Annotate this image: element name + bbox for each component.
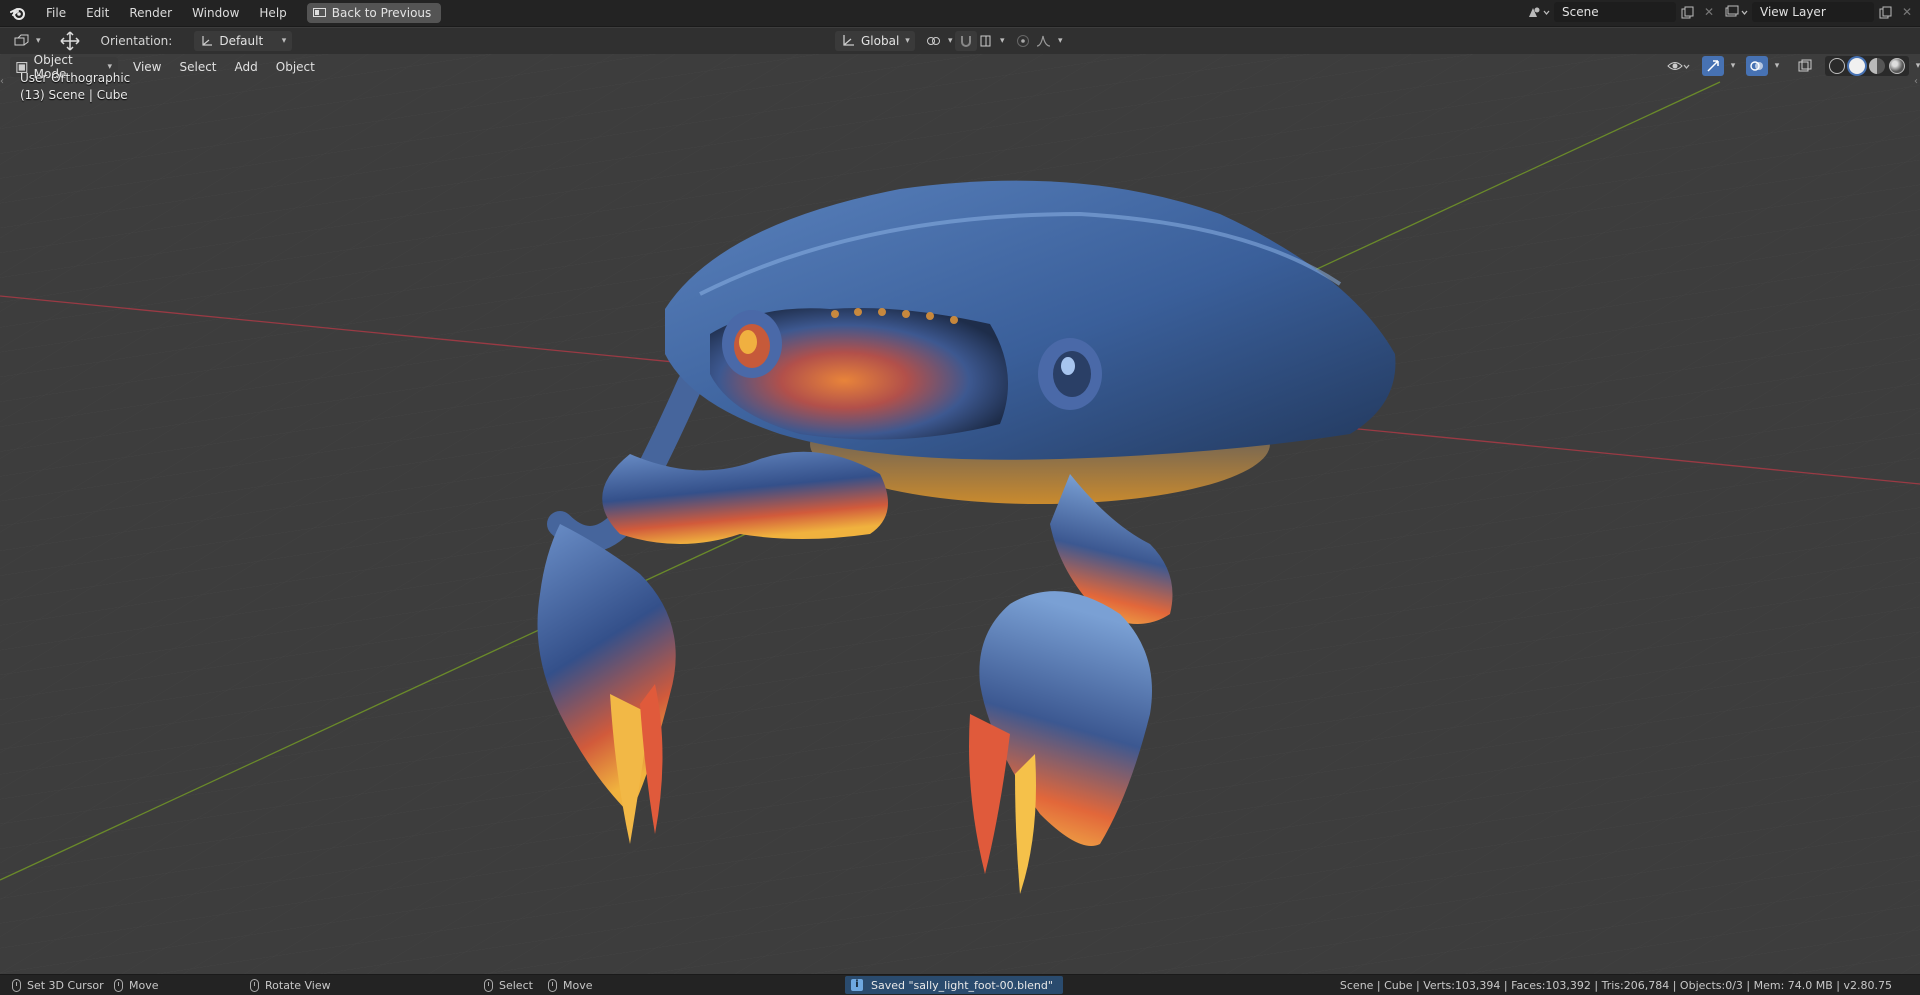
scene-browse-icon[interactable] <box>1524 2 1554 22</box>
viewport-display-controls: ▾ ▾ ▾ <box>1665 56 1920 76</box>
top-bar: File Edit Render Window Help Back to Pre… <box>0 0 1920 27</box>
chevron-down-icon: ▾ <box>281 36 287 46</box>
falloff-curve-icon <box>1036 35 1051 47</box>
chevron-down-icon: ▾ <box>36 36 41 46</box>
menu-help[interactable]: Help <box>249 2 296 24</box>
orientation-dropdown[interactable]: Default ▾ <box>194 31 293 51</box>
snap-toggle-icon[interactable] <box>955 31 977 51</box>
back-to-previous-label: Back to Previous <box>331 6 432 20</box>
wireframe-shading-icon[interactable] <box>1829 58 1845 74</box>
hint-label: Move <box>129 978 159 992</box>
back-to-previous-button[interactable]: Back to Previous <box>306 3 442 23</box>
status-bar: Set 3D Cursor Move Rotate View Select Mo… <box>0 974 1920 995</box>
axis-orientation-icon <box>202 35 213 46</box>
hint-label: Move <box>563 978 593 992</box>
delete-scene-icon[interactable]: ✕ <box>1698 2 1720 22</box>
scene-selector: Scene ✕ <box>1524 2 1720 22</box>
viewport-scene <box>0 54 1920 974</box>
chevron-down-icon: ▾ <box>905 36 910 46</box>
add-menu[interactable]: Add <box>226 57 267 77</box>
save-report-message[interactable]: i Saved "sally_light_foot-00.blend" <box>845 976 1063 994</box>
orientation-value: Default <box>219 34 264 48</box>
hint-label: Select <box>499 978 533 992</box>
chevron-down-icon[interactable]: ▾ <box>1912 56 1920 76</box>
hint-rotate-view: Rotate View <box>250 978 331 992</box>
mouse-drag-icon <box>114 978 123 992</box>
visibility-eye-icon[interactable] <box>1665 56 1693 76</box>
hint-label: Set 3D Cursor <box>27 978 104 992</box>
solid-shading-icon[interactable] <box>1849 58 1865 74</box>
3d-viewport[interactable]: Object Mode ▾ View Select Add Object ▾ ▾ <box>0 53 1920 974</box>
chevron-down-icon: ▾ <box>1000 36 1005 46</box>
transform-orientation-dropdown[interactable]: Global ▾ <box>835 31 915 51</box>
object-info-label: (13) Scene | Cube <box>20 88 128 102</box>
object-menu[interactable]: Object <box>267 57 324 77</box>
overlays-toggle-icon[interactable] <box>1746 56 1768 76</box>
save-report-text: Saved "sally_light_foot-00.blend" <box>871 978 1053 992</box>
screen-icon <box>312 7 326 17</box>
chevron-down-icon: ▾ <box>948 36 953 46</box>
editor-type-dropdown[interactable]: ▾ <box>8 31 47 51</box>
hint-set-3d-cursor: Set 3D Cursor <box>12 978 104 992</box>
proportional-falloff-dropdown[interactable]: ▾ <box>1034 31 1065 51</box>
new-view-layer-icon[interactable] <box>1874 2 1896 22</box>
move-tool-icon[interactable] <box>57 31 83 51</box>
snap-element-dropdown[interactable]: ▾ <box>978 31 1007 51</box>
editor-type-icon <box>14 34 29 46</box>
gizmo-toggle-icon[interactable] <box>1702 56 1724 76</box>
chevron-down-icon[interactable]: ▾ <box>1771 56 1783 76</box>
select-menu[interactable]: Select <box>170 57 225 77</box>
view-layer-selector: View Layer ✕ <box>1722 2 1918 22</box>
menu-file[interactable]: File <box>36 2 76 24</box>
view-layer-name-field[interactable]: View Layer <box>1752 2 1874 22</box>
mouse-left-click-icon <box>12 978 21 992</box>
pivot-point-icon <box>927 37 940 45</box>
scene-statistics: Scene | Cube | Verts:103,394 | Faces:103… <box>1339 978 1892 992</box>
transform-orientation-value: Global <box>861 34 900 48</box>
chevron-down-icon: ▾ <box>1058 36 1063 46</box>
mouse-drag-icon <box>548 978 557 992</box>
proportional-editing-icon[interactable] <box>1012 31 1034 51</box>
chevron-down-icon[interactable]: ▾ <box>1727 56 1739 76</box>
view-layer-browse-icon[interactable] <box>1722 2 1752 22</box>
menu-window[interactable]: Window <box>182 2 249 24</box>
xray-toggle-icon[interactable] <box>1794 56 1816 76</box>
rendered-shading-icon[interactable] <box>1889 58 1905 74</box>
global-axes-icon <box>843 35 854 46</box>
hint-select: Select <box>484 978 533 992</box>
hint-label: Rotate View <box>265 978 331 992</box>
hint-move-2: Move <box>548 978 593 992</box>
new-scene-icon[interactable] <box>1676 2 1698 22</box>
viewport-header: Object Mode ▾ View Select Add Object ▾ ▾ <box>0 53 1920 81</box>
menu-render[interactable]: Render <box>119 2 182 24</box>
sidebar-collapse-arrow-icon[interactable]: ‹ <box>1914 76 1918 87</box>
view-name-label: User Orthographic <box>20 71 131 85</box>
material-preview-shading-icon[interactable] <box>1869 58 1885 74</box>
menu-edit[interactable]: Edit <box>76 2 119 24</box>
mouse-middle-click-icon <box>250 978 259 992</box>
snap-increment-icon <box>980 35 991 47</box>
orientation-label: Orientation: <box>100 34 173 48</box>
tool-header: ▾ Orientation: Default ▾ Global ▾ ▾ ▾ ▾ <box>0 28 1920 54</box>
hint-move: Move <box>114 978 159 992</box>
scene-name-field[interactable]: Scene <box>1554 2 1676 22</box>
pivot-point-dropdown[interactable]: ▾ <box>920 31 959 51</box>
shading-mode-group <box>1825 56 1909 76</box>
blender-logo-icon[interactable] <box>0 0 36 27</box>
toolbar-collapse-arrow-icon[interactable]: ‹ <box>0 76 4 87</box>
view-menu[interactable]: View <box>124 57 170 77</box>
info-icon: i <box>851 979 863 991</box>
mouse-right-click-icon <box>484 978 493 992</box>
delete-view-layer-icon[interactable]: ✕ <box>1896 2 1918 22</box>
